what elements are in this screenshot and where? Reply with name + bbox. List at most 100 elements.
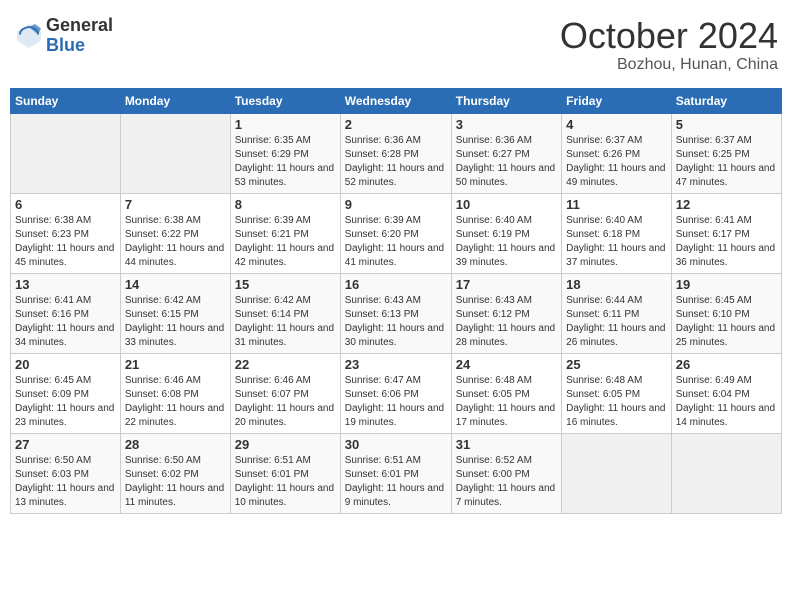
header-cell-wednesday: Wednesday	[340, 88, 451, 113]
week-row-2: 13Sunrise: 6:41 AMSunset: 6:16 PMDayligh…	[11, 273, 782, 353]
logo: General Blue	[14, 16, 113, 56]
day-number: 9	[345, 197, 447, 212]
day-number: 17	[456, 277, 557, 292]
day-cell	[120, 113, 230, 193]
day-cell: 9Sunrise: 6:39 AMSunset: 6:20 PMDaylight…	[340, 193, 451, 273]
calendar-body: 1 Sunrise: 6:35 AMSunset: 6:29 PMDaylight…	[11, 113, 782, 513]
day-number: 7	[125, 197, 226, 212]
day-info: Sunrise: 6:47 AMSunset: 6:06 PMDaylight:…	[345, 374, 447, 430]
day-info: Sunrise: 6:36 AMSunset: 6:27 PMDaylight:…	[456, 134, 557, 190]
day-info: Sunrise: 6:40 AMSunset: 6:18 PMDaylight:…	[566, 214, 667, 270]
title-block: October 2024 Bozhou, Hunan, China	[560, 16, 778, 74]
day-cell: 31 Sunrise: 6:52 AMSunset: 6:00 PMDayligh…	[451, 433, 561, 513]
day-info: Sunrise: 6:48 AMSunset: 6:05 PMDaylight:…	[456, 374, 557, 430]
day-number: 6	[15, 197, 116, 212]
day-cell: 4 Sunrise: 6:37 AMSunset: 6:26 PMDaylight…	[562, 113, 672, 193]
logo-blue-text: Blue	[46, 36, 113, 56]
day-number: 12	[676, 197, 777, 212]
day-cell: 15Sunrise: 6:42 AMSunset: 6:14 PMDayligh…	[230, 273, 340, 353]
day-info: Sunrise: 6:48 AMSunset: 6:05 PMDaylight:…	[566, 374, 667, 430]
day-info: Sunrise: 6:50 AMSunset: 6:03 PMDaylight:…	[15, 454, 116, 510]
day-info: Sunrise: 6:38 AMSunset: 6:22 PMDaylight:…	[125, 214, 226, 270]
day-cell: 13Sunrise: 6:41 AMSunset: 6:16 PMDayligh…	[11, 273, 121, 353]
header-row: SundayMondayTuesdayWednesdayThursdayFrid…	[11, 88, 782, 113]
day-cell: 8 Sunrise: 6:39 AMSunset: 6:21 PMDaylight…	[230, 193, 340, 273]
day-info: Sunrise: 6:51 AMSunset: 6:01 PMDaylight:…	[235, 454, 336, 510]
day-cell: 6Sunrise: 6:38 AMSunset: 6:23 PMDaylight…	[11, 193, 121, 273]
page-header: General Blue October 2024 Bozhou, Hunan,…	[10, 10, 782, 80]
day-cell: 22 Sunrise: 6:46 AMSunset: 6:07 PMDayligh…	[230, 353, 340, 433]
day-cell: 18Sunrise: 6:44 AMSunset: 6:11 PMDayligh…	[562, 273, 672, 353]
day-cell: 5 Sunrise: 6:37 AMSunset: 6:25 PMDaylight…	[671, 113, 781, 193]
day-number: 4	[566, 117, 667, 132]
day-number: 21	[125, 357, 226, 372]
day-number: 30	[345, 437, 447, 452]
day-cell: 10 Sunrise: 6:40 AMSunset: 6:19 PMDayligh…	[451, 193, 561, 273]
day-cell: 2Sunrise: 6:36 AMSunset: 6:28 PMDaylight…	[340, 113, 451, 193]
day-cell	[671, 433, 781, 513]
day-info: Sunrise: 6:43 AMSunset: 6:13 PMDaylight:…	[345, 294, 447, 350]
day-info: Sunrise: 6:42 AMSunset: 6:15 PMDaylight:…	[125, 294, 226, 350]
week-row-0: 1 Sunrise: 6:35 AMSunset: 6:29 PMDaylight…	[11, 113, 782, 193]
day-info: Sunrise: 6:37 AMSunset: 6:25 PMDaylight:…	[676, 134, 777, 190]
day-info: Sunrise: 6:46 AMSunset: 6:07 PMDaylight:…	[235, 374, 336, 430]
day-number: 24	[456, 357, 557, 372]
day-number: 16	[345, 277, 447, 292]
day-number: 2	[345, 117, 447, 132]
day-info: Sunrise: 6:39 AMSunset: 6:21 PMDaylight:…	[235, 214, 336, 270]
header-cell-tuesday: Tuesday	[230, 88, 340, 113]
day-number: 23	[345, 357, 447, 372]
day-cell: 26Sunrise: 6:49 AMSunset: 6:04 PMDayligh…	[671, 353, 781, 433]
day-cell: 23 Sunrise: 6:47 AMSunset: 6:06 PMDayligh…	[340, 353, 451, 433]
day-cell: 3 Sunrise: 6:36 AMSunset: 6:27 PMDaylight…	[451, 113, 561, 193]
month-title: October 2024	[560, 16, 778, 56]
day-cell: 14 Sunrise: 6:42 AMSunset: 6:15 PMDayligh…	[120, 273, 230, 353]
day-number: 15	[235, 277, 336, 292]
day-info: Sunrise: 6:41 AMSunset: 6:17 PMDaylight:…	[676, 214, 777, 270]
day-number: 5	[676, 117, 777, 132]
day-info: Sunrise: 6:45 AMSunset: 6:10 PMDaylight:…	[676, 294, 777, 350]
day-cell: 28Sunrise: 6:50 AMSunset: 6:02 PMDayligh…	[120, 433, 230, 513]
day-number: 3	[456, 117, 557, 132]
day-number: 25	[566, 357, 667, 372]
day-info: Sunrise: 6:43 AMSunset: 6:12 PMDaylight:…	[456, 294, 557, 350]
week-row-1: 6Sunrise: 6:38 AMSunset: 6:23 PMDaylight…	[11, 193, 782, 273]
day-cell: 21 Sunrise: 6:46 AMSunset: 6:08 PMDayligh…	[120, 353, 230, 433]
header-cell-thursday: Thursday	[451, 88, 561, 113]
day-info: Sunrise: 6:52 AMSunset: 6:00 PMDaylight:…	[456, 454, 557, 510]
day-number: 29	[235, 437, 336, 452]
day-info: Sunrise: 6:40 AMSunset: 6:19 PMDaylight:…	[456, 214, 557, 270]
location: Bozhou, Hunan, China	[560, 56, 778, 74]
day-cell: 27Sunrise: 6:50 AMSunset: 6:03 PMDayligh…	[11, 433, 121, 513]
logo-general-text: General	[46, 16, 113, 36]
day-number: 26	[676, 357, 777, 372]
day-cell: 24 Sunrise: 6:48 AMSunset: 6:05 PMDayligh…	[451, 353, 561, 433]
day-info: Sunrise: 6:46 AMSunset: 6:08 PMDaylight:…	[125, 374, 226, 430]
logo-text: General Blue	[46, 16, 113, 56]
header-cell-sunday: Sunday	[11, 88, 121, 113]
calendar-header: SundayMondayTuesdayWednesdayThursdayFrid…	[11, 88, 782, 113]
day-number: 22	[235, 357, 336, 372]
day-number: 1	[235, 117, 336, 132]
day-number: 14	[125, 277, 226, 292]
day-cell	[562, 433, 672, 513]
day-number: 8	[235, 197, 336, 212]
day-info: Sunrise: 6:45 AMSunset: 6:09 PMDaylight:…	[15, 374, 116, 430]
day-cell: 11 Sunrise: 6:40 AMSunset: 6:18 PMDayligh…	[562, 193, 672, 273]
day-info: Sunrise: 6:51 AMSunset: 6:01 PMDaylight:…	[345, 454, 447, 510]
day-cell: 16 Sunrise: 6:43 AMSunset: 6:13 PMDayligh…	[340, 273, 451, 353]
day-number: 19	[676, 277, 777, 292]
day-cell: 12 Sunrise: 6:41 AMSunset: 6:17 PMDayligh…	[671, 193, 781, 273]
day-number: 20	[15, 357, 116, 372]
calendar-table: SundayMondayTuesdayWednesdayThursdayFrid…	[10, 88, 782, 514]
day-number: 11	[566, 197, 667, 212]
day-number: 31	[456, 437, 557, 452]
day-number: 28	[125, 437, 226, 452]
day-info: Sunrise: 6:37 AMSunset: 6:26 PMDaylight:…	[566, 134, 667, 190]
day-number: 10	[456, 197, 557, 212]
week-row-4: 27Sunrise: 6:50 AMSunset: 6:03 PMDayligh…	[11, 433, 782, 513]
day-info: Sunrise: 6:35 AMSunset: 6:29 PMDaylight:…	[235, 134, 336, 190]
day-cell: 29 Sunrise: 6:51 AMSunset: 6:01 PMDayligh…	[230, 433, 340, 513]
logo-icon	[14, 21, 44, 51]
day-cell: 7 Sunrise: 6:38 AMSunset: 6:22 PMDaylight…	[120, 193, 230, 273]
